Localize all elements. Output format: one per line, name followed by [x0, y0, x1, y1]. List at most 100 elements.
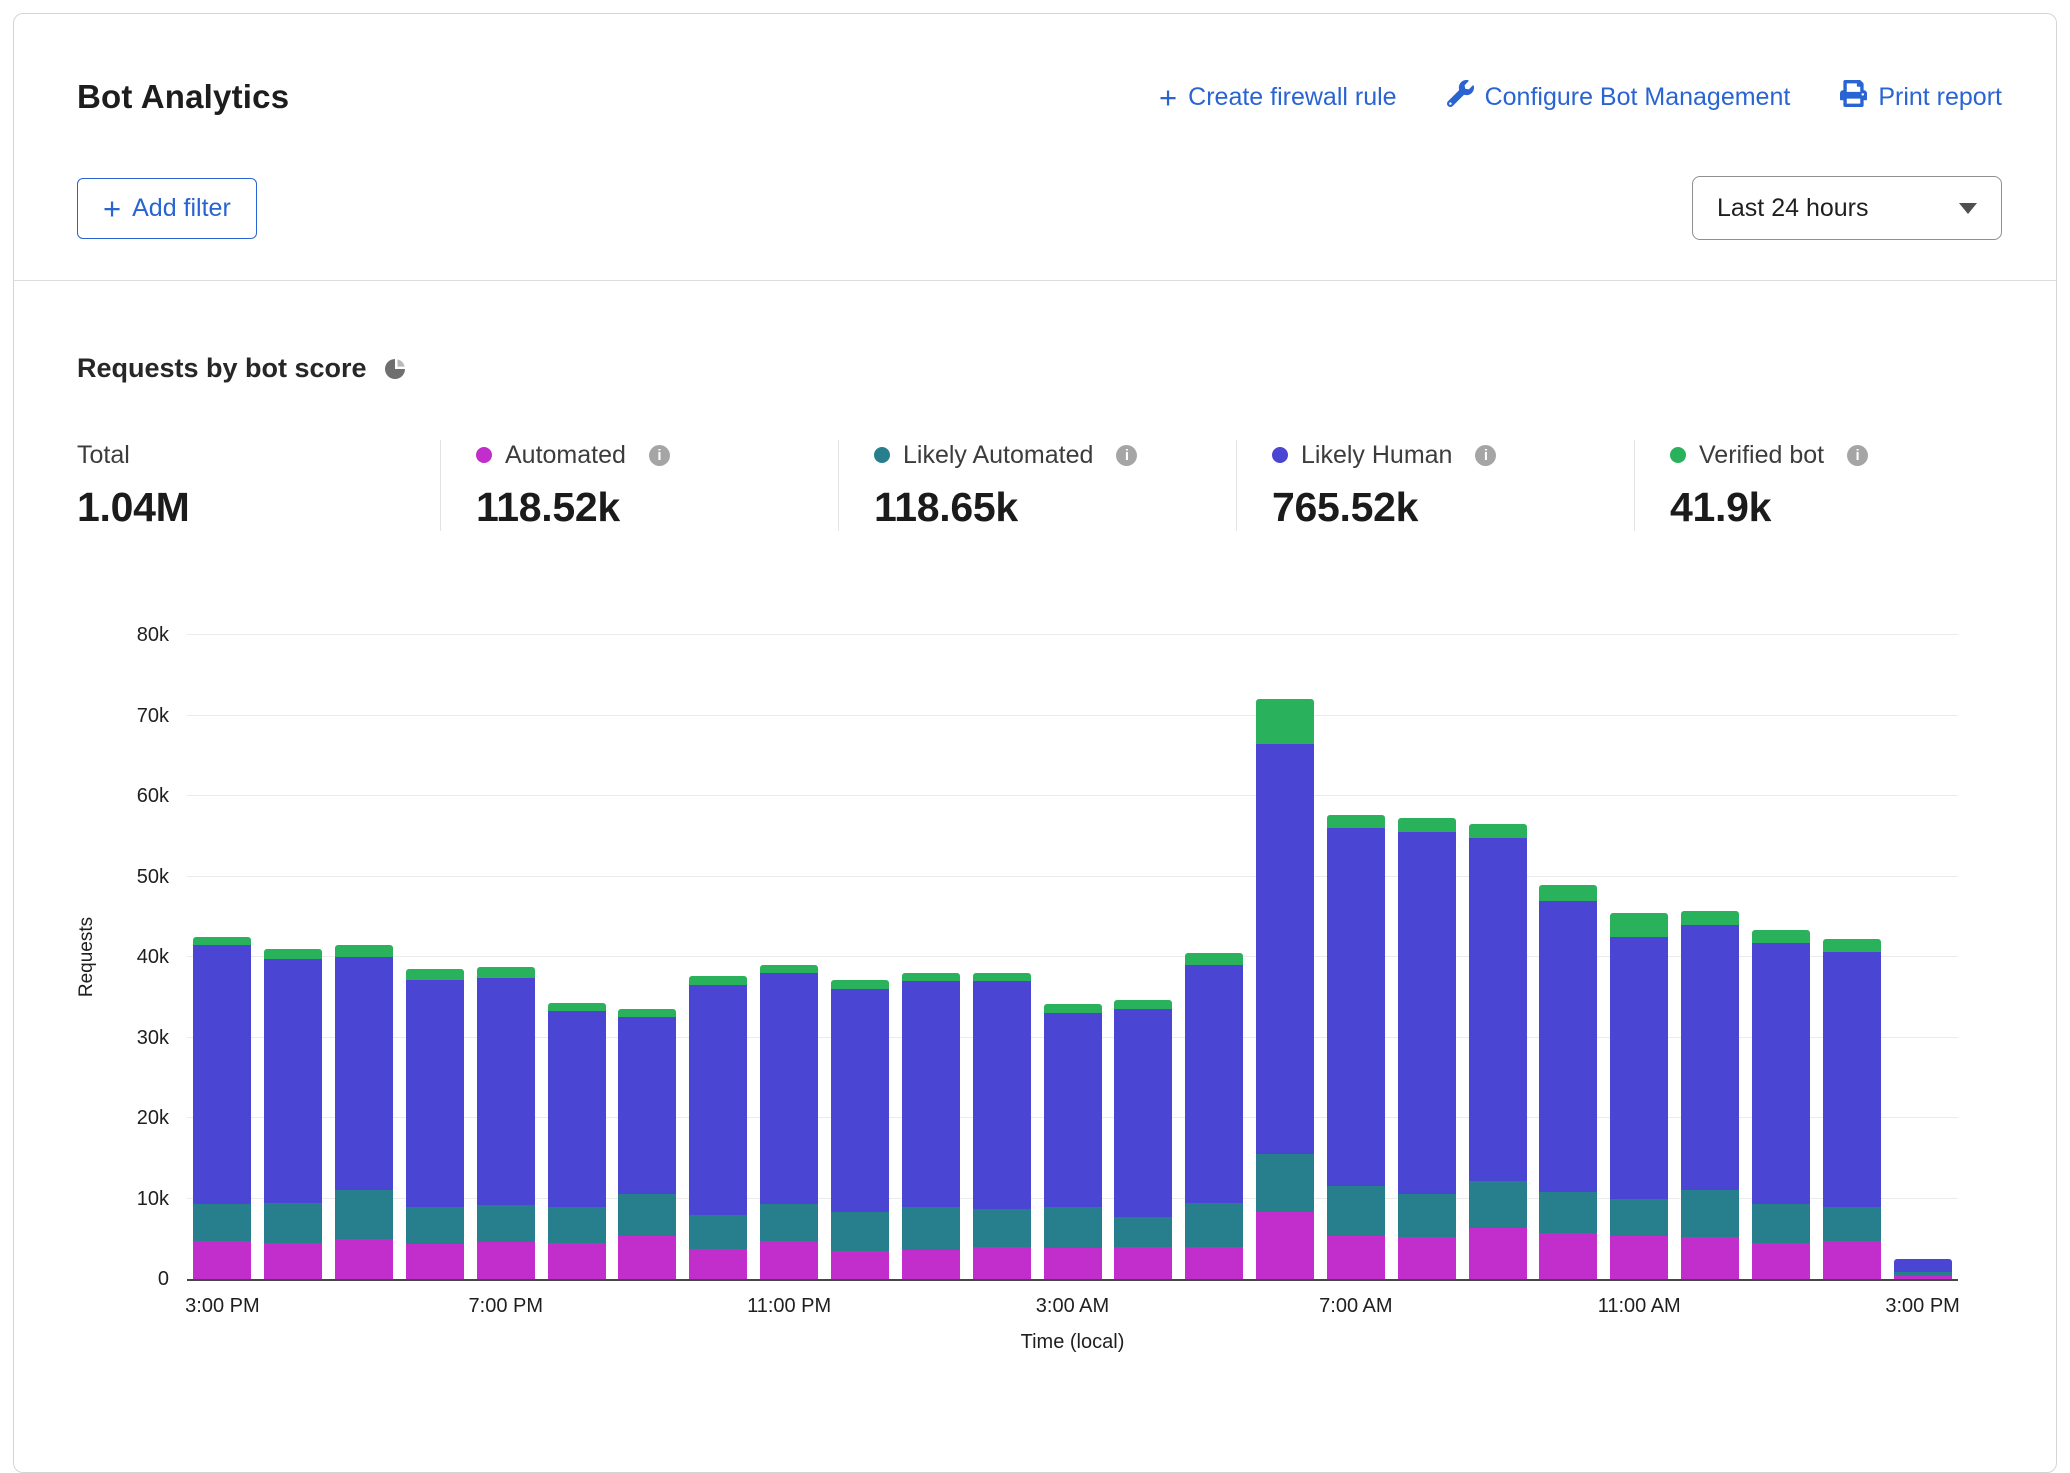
- y-tick-label: 0: [97, 1269, 169, 1289]
- bar-segment: [1752, 943, 1810, 1204]
- info-icon[interactable]: i: [1116, 445, 1137, 466]
- stacked-bar[interactable]: [973, 635, 1031, 1279]
- bar-segment: [1823, 952, 1881, 1206]
- bar-segment: [193, 1241, 251, 1279]
- stacked-bar[interactable]: [548, 635, 606, 1279]
- bar-segment: [1256, 1212, 1314, 1279]
- bar-segment: [1539, 1192, 1597, 1233]
- stacked-bar[interactable]: [1610, 635, 1668, 1279]
- time-range-value: Last 24 hours: [1717, 194, 1869, 223]
- x-axis-title: Time (local): [1021, 1331, 1125, 1354]
- stat-total: Total 1.04M: [77, 440, 440, 531]
- stacked-bar[interactable]: [1894, 635, 1952, 1279]
- automated-dot: [476, 447, 492, 463]
- add-filter-label: Add filter: [132, 194, 231, 223]
- bar-segment: [689, 1249, 747, 1279]
- bar-segment: [1185, 965, 1243, 1202]
- bar-segment: [264, 1203, 322, 1243]
- create-firewall-rule-link[interactable]: + Create firewall rule: [1159, 82, 1397, 113]
- info-icon[interactable]: i: [649, 445, 670, 466]
- stacked-bar[interactable]: [1256, 635, 1314, 1279]
- x-tick-label: 3:00 AM: [1036, 1295, 1109, 1318]
- bar-segment: [264, 1243, 322, 1279]
- bar-segment: [1469, 824, 1527, 838]
- bar-segment: [1327, 1186, 1385, 1236]
- bar-segment: [618, 1009, 676, 1017]
- y-tick-label: 70k: [97, 706, 169, 726]
- y-axis-title: Requests: [76, 917, 98, 997]
- info-icon[interactable]: i: [1475, 445, 1496, 466]
- bar-segment: [973, 1209, 1031, 1247]
- bar-segment: [193, 1204, 251, 1241]
- bar-segment: [1752, 1243, 1810, 1279]
- add-filter-button[interactable]: + Add filter: [77, 178, 257, 239]
- bar-segment: [335, 957, 393, 1190]
- page-title: Bot Analytics: [77, 78, 289, 116]
- stacked-bar[interactable]: [760, 635, 818, 1279]
- bar-segment: [689, 976, 747, 986]
- stacked-bar[interactable]: [1044, 635, 1102, 1279]
- bar-segment: [1469, 838, 1527, 1181]
- pie-chart-icon: [383, 357, 407, 381]
- stacked-bar[interactable]: [1114, 635, 1172, 1279]
- info-icon[interactable]: i: [1847, 445, 1868, 466]
- stacked-bar[interactable]: [831, 635, 889, 1279]
- bar-segment: [1185, 1247, 1243, 1279]
- y-tick-label: 60k: [97, 786, 169, 806]
- stacked-bar[interactable]: [1539, 635, 1597, 1279]
- bar-segment: [689, 1215, 747, 1250]
- bar-segment: [1539, 885, 1597, 901]
- stat-likely-automated: Likely Automated i 118.65k: [838, 440, 1236, 531]
- print-report-label: Print report: [1878, 83, 2002, 112]
- bar-segment: [1894, 1259, 1952, 1272]
- stacked-bar[interactable]: [902, 635, 960, 1279]
- stacked-bar[interactable]: [689, 635, 747, 1279]
- stacked-bar[interactable]: [1752, 635, 1810, 1279]
- stacked-bar[interactable]: [1469, 635, 1527, 1279]
- stacked-bar[interactable]: [406, 635, 464, 1279]
- bar-segment: [973, 981, 1031, 1209]
- stacked-bar[interactable]: [477, 635, 535, 1279]
- bar-segment: [1681, 1190, 1739, 1237]
- stacked-bar[interactable]: [264, 635, 322, 1279]
- y-tick-label: 20k: [97, 1108, 169, 1128]
- bar-segment: [477, 978, 535, 1205]
- stacked-bar[interactable]: [335, 635, 393, 1279]
- configure-bot-management-link[interactable]: Configure Bot Management: [1447, 80, 1791, 114]
- print-report-link[interactable]: Print report: [1840, 80, 2002, 114]
- time-range-select[interactable]: Last 24 hours: [1692, 176, 2002, 240]
- bar-segment: [831, 980, 889, 990]
- verified-bot-dot: [1670, 447, 1686, 463]
- bar-segment: [335, 1190, 393, 1238]
- x-tick-label: 7:00 AM: [1319, 1295, 1392, 1318]
- bar-segment: [1469, 1228, 1527, 1279]
- chevron-down-icon: [1959, 203, 1977, 214]
- stacked-bar[interactable]: [193, 635, 251, 1279]
- bar-segment: [1681, 1237, 1739, 1279]
- bar-segment: [1823, 1207, 1881, 1242]
- stacked-bar[interactable]: [1185, 635, 1243, 1279]
- stacked-bar[interactable]: [1681, 635, 1739, 1279]
- stat-verified-bot-label: Verified bot: [1699, 441, 1824, 470]
- bar-segment: [1398, 818, 1456, 832]
- stacked-bar[interactable]: [1398, 635, 1456, 1279]
- bar-segment: [1610, 913, 1668, 937]
- bar-segment: [1681, 911, 1739, 925]
- bar-segment: [1114, 1000, 1172, 1010]
- stacked-bar[interactable]: [618, 635, 676, 1279]
- bar-segment: [1256, 744, 1314, 1155]
- stacked-bar[interactable]: [1327, 635, 1385, 1279]
- bar-segment: [902, 981, 960, 1206]
- bar-segment: [1327, 828, 1385, 1186]
- stat-likely-human-value: 765.52k: [1272, 484, 1634, 531]
- stat-automated-label: Automated: [505, 441, 626, 470]
- x-tick-label: 11:00 PM: [747, 1295, 831, 1318]
- bar-segment: [1114, 1217, 1172, 1247]
- stat-likely-human-label: Likely Human: [1301, 441, 1452, 470]
- bar-segment: [1752, 1204, 1810, 1243]
- bar-segment: [406, 980, 464, 1207]
- bar-segment: [1752, 930, 1810, 943]
- bar-segment: [406, 1207, 464, 1245]
- stacked-bar[interactable]: [1823, 635, 1881, 1279]
- bar-segment: [1044, 1248, 1102, 1279]
